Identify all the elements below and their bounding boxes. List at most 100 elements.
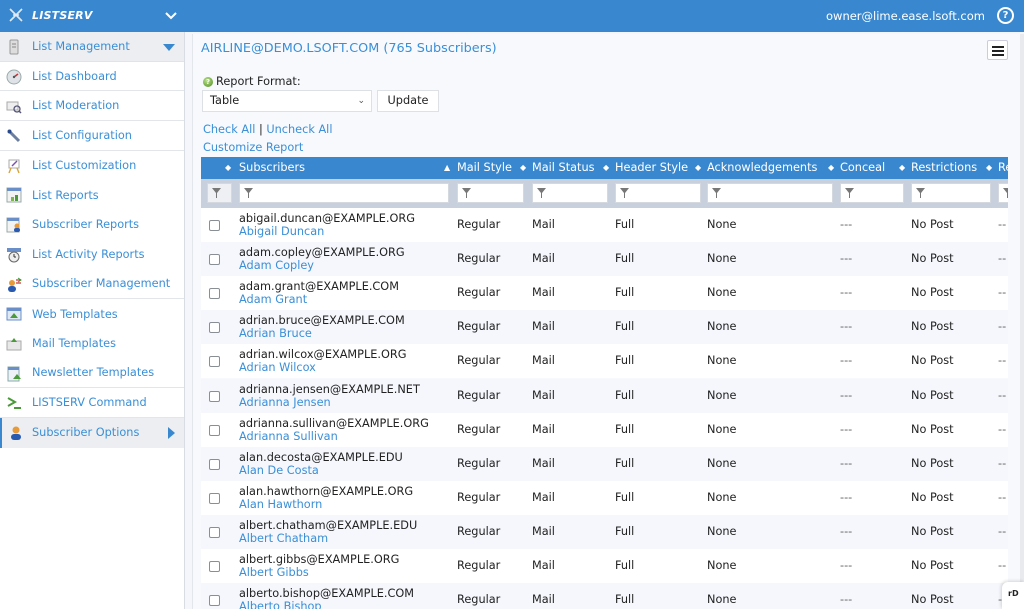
sidebar-item-list-dashboard[interactable]: List Dashboard bbox=[0, 62, 184, 92]
subscriber-name-link[interactable]: Adam Copley bbox=[239, 259, 314, 272]
customize-report-link[interactable]: Customize Report bbox=[203, 141, 303, 154]
column-filter-input[interactable] bbox=[707, 183, 833, 203]
subscriber-name-link[interactable]: Alan De Costa bbox=[239, 464, 319, 477]
help-icon[interactable]: ? bbox=[997, 7, 1014, 24]
cell-header-style: Full bbox=[615, 354, 635, 368]
column-header-mail-style[interactable]: Mail Style bbox=[457, 161, 512, 174]
table-header: ◆ Subscribers ▲ Mail Style ◆ Mail Status ◆ Head… bbox=[201, 157, 1008, 179]
subscriber-name-link[interactable]: Adrian Bruce bbox=[239, 327, 312, 340]
cell-mail-style: Regular bbox=[457, 456, 501, 470]
sidebar-item-mail-templates[interactable]: Mail Templates bbox=[0, 329, 184, 359]
sidebar-item-list-management[interactable]: List Management bbox=[0, 32, 184, 62]
sort-icon[interactable]: ◆ bbox=[603, 161, 613, 174]
hamburger-menu-button[interactable] bbox=[987, 40, 1008, 60]
sidebar-item-list-reports[interactable]: List Reports bbox=[0, 180, 184, 210]
update-button[interactable]: Update bbox=[377, 90, 439, 112]
row-checkbox[interactable] bbox=[209, 322, 220, 334]
logo[interactable]: LISTSERV bbox=[8, 7, 93, 23]
sidebar-item-subscriber-reports[interactable]: Subscriber Reports bbox=[0, 210, 184, 240]
cell-restrictions: No Post bbox=[911, 593, 954, 607]
sidebar-item-list-moderation[interactable]: List Moderation bbox=[0, 91, 184, 122]
column-filter-input[interactable] bbox=[532, 183, 608, 203]
sidebar-item-list-configuration[interactable]: List Configuration bbox=[0, 121, 184, 151]
subscriber-name-link[interactable]: Albert Gibbs bbox=[239, 566, 309, 579]
subscriber-name-link[interactable]: Adrian Wilcox bbox=[239, 361, 316, 374]
cell-conceal: --- bbox=[840, 456, 853, 470]
subscriber-name-link[interactable]: Adrianna Sullivan bbox=[239, 430, 338, 443]
caret-right-icon[interactable] bbox=[168, 426, 175, 439]
page-scrollbar[interactable] bbox=[1020, 34, 1024, 609]
column-header-label: Restrictions bbox=[911, 161, 978, 174]
column-header-re[interactable]: Re bbox=[998, 161, 1008, 174]
row-checkbox[interactable] bbox=[209, 390, 220, 402]
column-filter-input[interactable] bbox=[457, 183, 524, 203]
column-filter-input[interactable] bbox=[840, 183, 904, 203]
cell-restrictions: No Post bbox=[911, 388, 954, 402]
sort-icon[interactable]: ◆ bbox=[986, 161, 996, 174]
cell-extra: -- bbox=[998, 252, 1007, 266]
main-panel: AIRLINE@DEMO.LSOFT.COM (765 Subscribers)… bbox=[192, 34, 1020, 609]
column-filter-input[interactable] bbox=[998, 183, 1008, 203]
caret-down-icon[interactable] bbox=[163, 44, 175, 51]
sidebar-item-subscriber-management[interactable]: Subscriber Management bbox=[0, 270, 184, 300]
cell-mail-style: Regular bbox=[457, 286, 501, 300]
row-checkbox[interactable] bbox=[209, 424, 220, 436]
help-bubble-icon[interactable]: ? bbox=[203, 76, 213, 87]
subscriber-name-link[interactable]: Albert Chatham bbox=[239, 532, 328, 545]
column-header-header-style[interactable]: Header Style bbox=[615, 161, 688, 174]
user-email[interactable]: owner@lime.ease.lsoft.com bbox=[826, 9, 985, 23]
row-checkbox[interactable] bbox=[209, 526, 220, 538]
column-filter-input[interactable] bbox=[911, 183, 991, 203]
cell-mail-status: Mail bbox=[532, 422, 555, 436]
column-filter-input[interactable] bbox=[615, 183, 701, 203]
row-checkbox[interactable] bbox=[209, 220, 220, 231]
column-filter-input[interactable] bbox=[239, 183, 449, 203]
column-header-conceal[interactable]: Conceal bbox=[840, 161, 885, 174]
row-checkbox[interactable] bbox=[209, 492, 220, 504]
sort-icon[interactable]: ◆ bbox=[695, 161, 705, 174]
sidebar-item-newsletter-templates[interactable]: Newsletter Templates bbox=[0, 359, 184, 389]
sidebar-item-label: Web Templates bbox=[32, 307, 118, 321]
check-all-link[interactable]: Check All bbox=[203, 123, 255, 136]
table-row: adrian.wilcox@EXAMPLE.ORG Adrian Wilcox R… bbox=[201, 344, 1008, 379]
sort-icon[interactable]: ◆ bbox=[520, 161, 530, 174]
chevron-down-icon[interactable] bbox=[163, 8, 179, 24]
listserv-logo-icon bbox=[9, 8, 23, 22]
cell-restrictions: No Post bbox=[911, 252, 954, 266]
sidebar-item-list-customization[interactable]: List Customization bbox=[0, 151, 184, 181]
row-checkbox[interactable] bbox=[209, 458, 220, 470]
row-checkbox[interactable] bbox=[209, 288, 220, 300]
column-header-acknowledgements[interactable]: Acknowledgements bbox=[707, 161, 817, 174]
subscriber-name-link[interactable]: Adrianna Jensen bbox=[239, 396, 331, 409]
row-checkbox[interactable] bbox=[209, 561, 220, 572]
subscriber-name-link[interactable]: Adam Grant bbox=[239, 293, 307, 306]
cell-restrictions: No Post bbox=[911, 490, 954, 504]
report-format-select[interactable]: Table ⌄ bbox=[202, 90, 372, 112]
sidebar-item-list-activity-reports[interactable]: List Activity Reports bbox=[0, 240, 184, 270]
cell-header-style: Full bbox=[615, 422, 635, 436]
sidebar-item-label: LISTSERV Command bbox=[32, 396, 147, 410]
row-checkbox[interactable] bbox=[209, 356, 220, 368]
column-header-restrictions[interactable]: Restrictions bbox=[911, 161, 977, 174]
sort-ascending-icon[interactable]: ▲ bbox=[444, 161, 454, 174]
cell-extra: -- bbox=[998, 524, 1007, 538]
uncheck-all-link[interactable]: Uncheck All bbox=[266, 123, 332, 136]
column-header-mail-status[interactable]: Mail Status bbox=[532, 161, 595, 174]
cell-header-style: Full bbox=[615, 559, 635, 572]
column-header-subscribers[interactable]: Subscribers bbox=[239, 161, 305, 174]
filter-toggle-button[interactable] bbox=[207, 183, 232, 203]
floating-badge[interactable]: rD bbox=[1002, 582, 1024, 609]
sidebar-item-listserv-command[interactable]: LISTSERV Command bbox=[0, 388, 184, 418]
row-checkbox[interactable] bbox=[209, 595, 220, 607]
sort-icon[interactable]: ◆ bbox=[225, 161, 235, 174]
row-checkbox[interactable] bbox=[209, 254, 220, 266]
subscriber-name-link[interactable]: Alan Hawthorn bbox=[239, 498, 322, 511]
table-row: alberto.bishop@EXAMPLE.COM Alberto Bisho… bbox=[201, 583, 1008, 609]
sort-icon[interactable]: ◆ bbox=[828, 161, 838, 174]
subscriber-name-link[interactable]: Alberto Bishop bbox=[239, 600, 322, 609]
cell-mail-style: Regular bbox=[457, 422, 501, 436]
sidebar-item-subscriber-options[interactable]: Subscriber Options bbox=[0, 417, 184, 448]
sidebar-item-web-templates[interactable]: Web Templates bbox=[0, 299, 184, 329]
sort-icon[interactable]: ◆ bbox=[899, 161, 909, 174]
subscriber-name-link[interactable]: Abigail Duncan bbox=[239, 225, 324, 238]
